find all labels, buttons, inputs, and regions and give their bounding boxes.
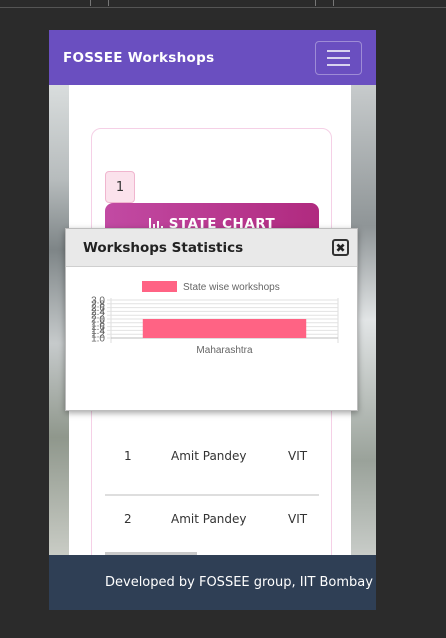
navbar-brand[interactable]: FOSSEE Workshops <box>63 50 214 66</box>
hamburger-line <box>327 49 350 52</box>
hamburger-line <box>327 63 350 66</box>
y-tick-label: 3.0 <box>91 296 105 307</box>
strip-tick <box>90 0 91 6</box>
hamburger-line <box>327 56 350 59</box>
modal-header: Workshops Statistics ✖ <box>66 229 357 267</box>
x-tick-label: Maharashtra <box>196 345 253 356</box>
table-row: 1 Amit Pandey VIT <box>105 449 319 469</box>
modal-body: State wise workshops 1.0 1.2 1.4 1.6 1.8 2.0 2.… <box>66 267 357 411</box>
row-coordinator: Amit Pandey <box>171 449 247 463</box>
statistics-modal: Workshops Statistics ✖ State wise worksh… <box>65 228 358 411</box>
footer: Developed by FOSSEE group, IIT Bombay <box>49 555 376 610</box>
strip-tick <box>333 0 334 6</box>
row-index: 1 <box>124 449 132 463</box>
menu-toggle-button[interactable] <box>315 40 362 75</box>
row-index: 2 <box>124 512 132 526</box>
pagination-page-top[interactable]: 1 <box>105 171 135 203</box>
legend-swatch <box>142 281 177 292</box>
top-strip <box>0 0 446 8</box>
state-chart: State wise workshops1.01.21.41.61.82.02.… <box>91 281 339 356</box>
modal-title: Workshops Statistics <box>83 239 244 256</box>
row-divider <box>105 494 319 496</box>
close-icon[interactable]: ✖ <box>332 239 349 256</box>
bar <box>142 319 307 338</box>
row-coordinator: Amit Pandey <box>171 512 247 526</box>
row-institute: VIT <box>288 512 308 526</box>
table-row: 2 Amit Pandey VIT <box>105 512 319 532</box>
legend-label: State wise workshops <box>183 282 280 293</box>
footer-text: Developed by FOSSEE group, IIT Bombay <box>105 575 373 590</box>
row-institute: VIT <box>288 449 308 463</box>
strip-tick <box>108 0 109 6</box>
navbar: FOSSEE Workshops <box>49 30 376 85</box>
strip-tick <box>315 0 316 6</box>
